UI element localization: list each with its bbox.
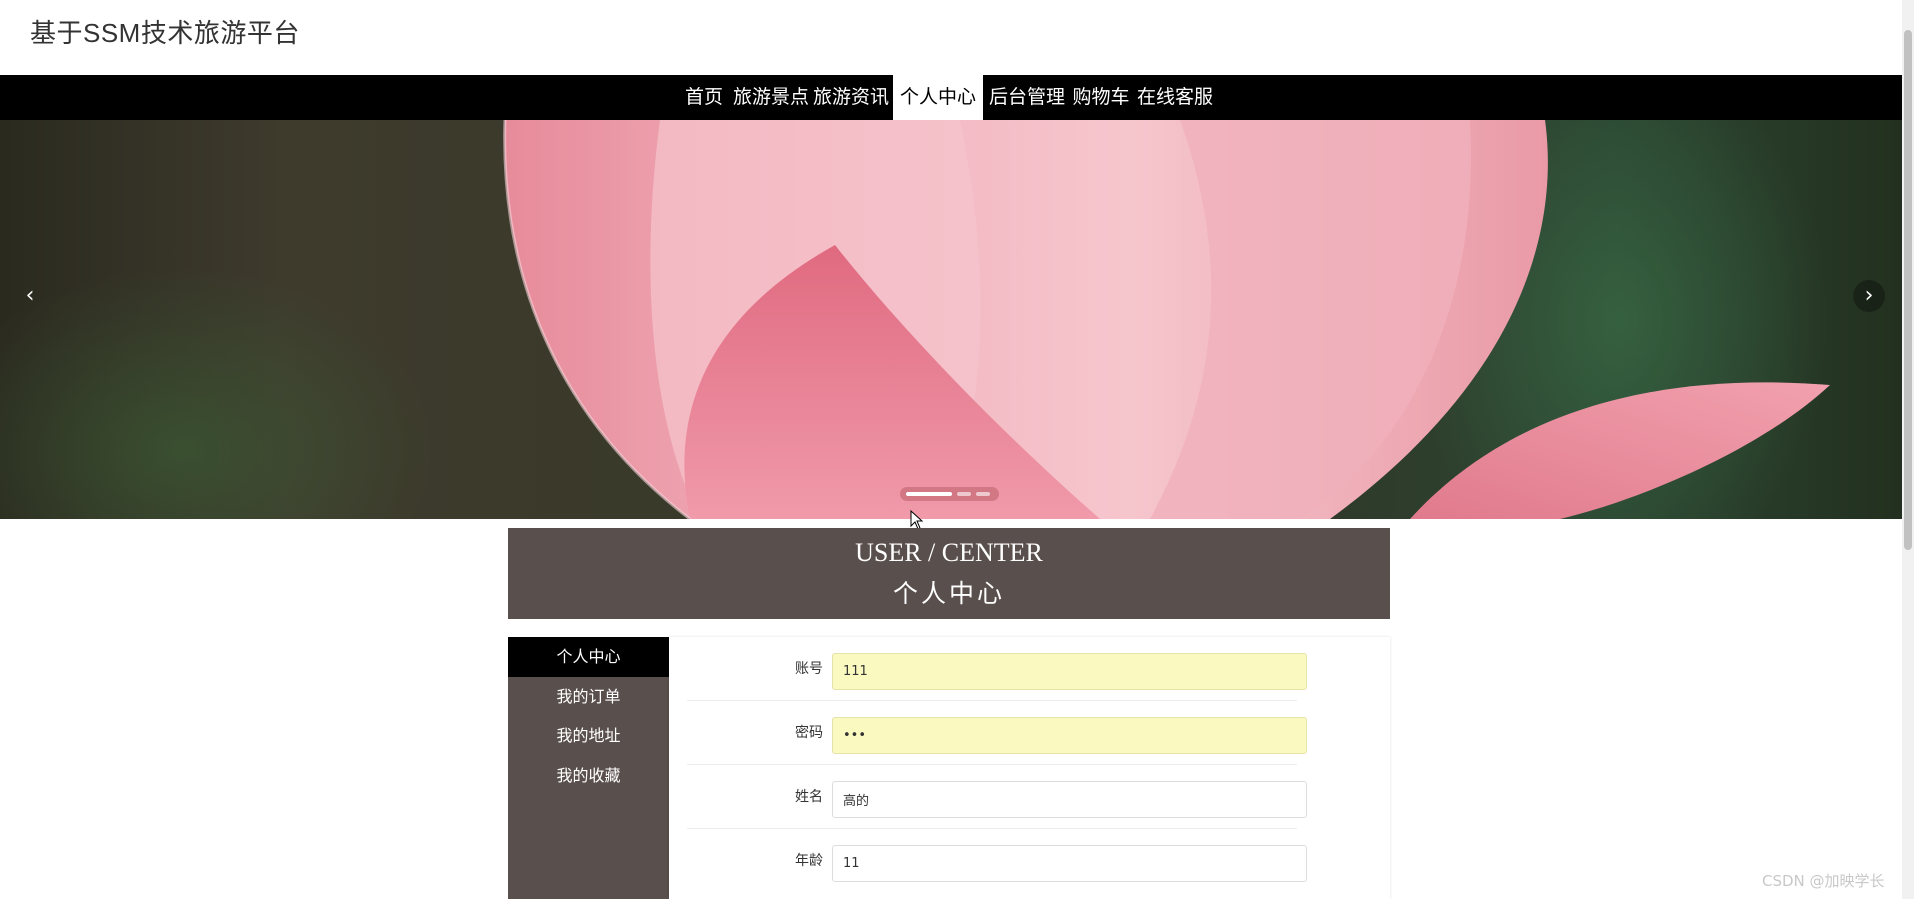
user-center-header: USER / CENTER 个人中心	[508, 528, 1390, 619]
side-item-address[interactable]: 我的地址	[508, 716, 669, 756]
nav-item-attractions[interactable]: 旅游景点	[730, 75, 812, 120]
carousel-dot-2[interactable]	[957, 492, 971, 496]
page-scrollbar[interactable]	[1902, 0, 1914, 899]
scrollbar-thumb[interactable]	[1904, 30, 1912, 550]
password-label: 密码	[795, 725, 823, 741]
side-item-orders[interactable]: 我的订单	[508, 677, 669, 717]
side-item-favorites[interactable]: 我的收藏	[508, 756, 669, 796]
form-row-account: 账号	[687, 637, 1307, 701]
banner-carousel[interactable]: ‹ ›	[0, 120, 1902, 519]
form-row-password: 密码	[687, 701, 1307, 765]
nav-item-admin[interactable]: 后台管理	[987, 75, 1067, 120]
side-item-user-center[interactable]: 个人中心	[508, 637, 669, 677]
nav-item-support[interactable]: 在线客服	[1135, 75, 1215, 120]
next-slide-button[interactable]: ›	[1853, 280, 1885, 312]
carousel-indicators	[900, 487, 999, 501]
name-label: 姓名	[795, 789, 823, 805]
age-label: 年龄	[795, 853, 823, 869]
prev-slide-button[interactable]: ‹	[14, 280, 46, 312]
page: 基于SSM技术旅游平台 首页 旅游景点 旅游资讯 个人中心 后台管理 购物车 在…	[0, 0, 1914, 899]
form-row-name: 姓名	[687, 765, 1307, 829]
password-input[interactable]	[832, 717, 1307, 754]
account-label: 账号	[795, 661, 823, 677]
main-nav: 首页 旅游景点 旅游资讯 个人中心 后台管理 购物车 在线客服	[0, 75, 1902, 120]
nav-item-user-center[interactable]: 个人中心	[893, 75, 983, 120]
mouse-cursor-icon	[910, 510, 924, 530]
chevron-left-icon: ‹	[25, 283, 35, 308]
form-row-age: 年龄	[687, 829, 1307, 893]
nav-item-cart[interactable]: 购物车	[1071, 75, 1131, 120]
user-center-title-en: USER / CENTER	[855, 538, 1043, 567]
age-input[interactable]	[832, 845, 1307, 882]
side-menu: 个人中心 我的订单 我的地址 我的收藏	[508, 637, 669, 899]
name-input[interactable]	[832, 781, 1307, 818]
user-center-title-zh: 个人中心	[892, 579, 1005, 608]
account-input[interactable]	[832, 653, 1307, 690]
carousel-dot-1[interactable]	[906, 492, 952, 496]
nav-item-news[interactable]: 旅游资讯	[810, 75, 892, 120]
nav-item-home[interactable]: 首页	[682, 75, 726, 120]
watermark: CSDN @加映学长	[1762, 872, 1885, 890]
chevron-right-icon: ›	[1864, 283, 1874, 308]
carousel-dot-3[interactable]	[976, 492, 990, 496]
profile-form: 账号 密码 姓名 年龄	[669, 637, 1390, 899]
lotus-image	[503, 120, 1830, 519]
site-title: 基于SSM技术旅游平台	[30, 18, 300, 48]
